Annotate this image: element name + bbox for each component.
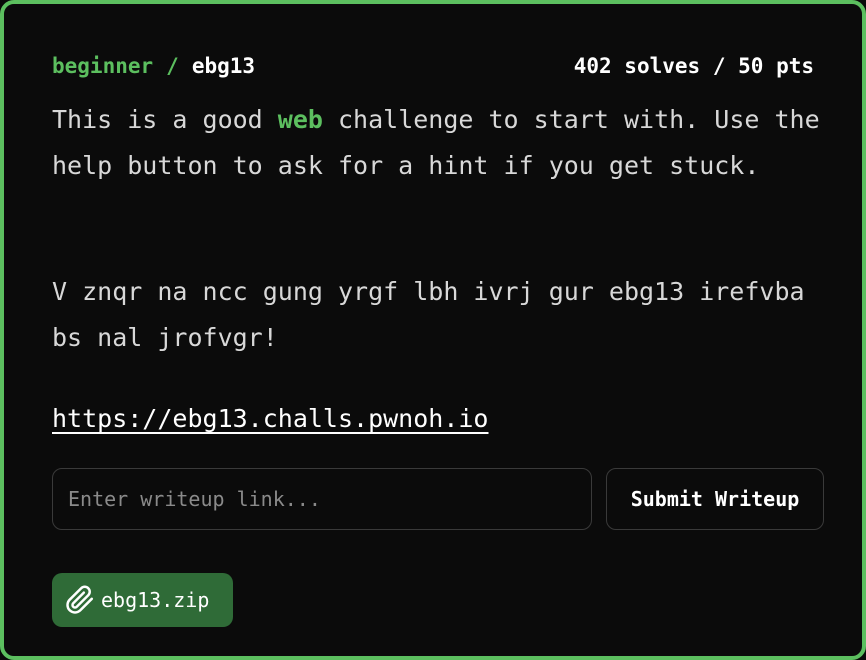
rot13-text: V znqr na ncc gung yrgf lbh ivrj gur ebg… [52, 277, 805, 352]
writeup-link-input[interactable] [52, 468, 592, 530]
submit-writeup-button[interactable]: Submit Writeup [606, 468, 824, 530]
description-highlight: web [277, 105, 323, 134]
attachment-download-button[interactable]: ebg13.zip [52, 573, 233, 627]
breadcrumb: beginner / ebg13 [52, 54, 255, 78]
challenge-description: This is a good web challenge to start wi… [52, 97, 832, 189]
points-value: 50 pts [738, 54, 814, 78]
challenge-header: beginner / ebg13 402 solves / 50 pts [52, 52, 814, 80]
breadcrumb-separator: / [166, 54, 179, 78]
solves-count: 402 solves [573, 54, 701, 78]
description-text-start: This is a good [52, 105, 278, 134]
challenge-card: beginner / ebg13 402 solves / 50 pts This … [0, 0, 866, 660]
stats-separator: / [712, 54, 726, 78]
challenge-link[interactable]: https://ebg13.challs.pwnoh.io [52, 396, 489, 442]
category-label: beginner [52, 54, 154, 78]
attachment-filename: ebg13.zip [101, 588, 210, 612]
challenge-name: ebg13 [191, 54, 256, 78]
challenge-stats: 402 solves / 50 pts [574, 54, 814, 78]
paperclip-icon [66, 585, 94, 614]
